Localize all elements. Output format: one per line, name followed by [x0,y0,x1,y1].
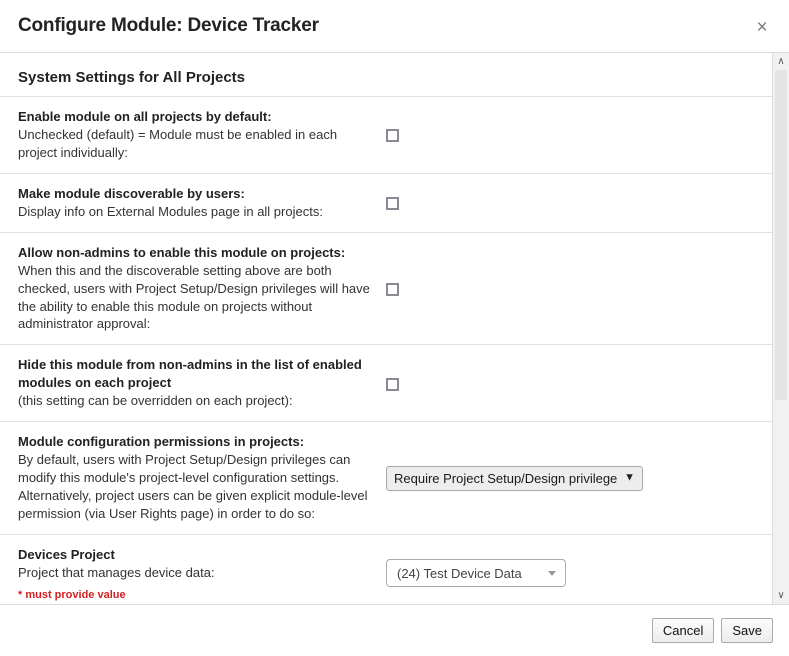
setting-label-cell: Enable module on all projects by default… [0,96,386,174]
chevron-down-icon [548,570,556,576]
setting-row: Make module discoverable by users: Displ… [0,172,772,233]
vertical-scrollbar[interactable]: ∧ ∨ [772,53,789,604]
setting-description: When this and the discoverable setting a… [18,262,370,332]
required-value-note: * must provide value [18,588,126,601]
devices-project-selected-value: (24) Test Device Data [397,565,522,581]
setting-title: Module configuration permissions in proj… [18,434,305,450]
setting-title: Hide this module from non-admins in the … [18,357,362,391]
setting-control-cell [386,344,772,422]
setting-title: Allow non-admins to enable this module o… [18,244,346,260]
setting-label-cell: Allow non-admins to enable this module o… [0,231,386,345]
setting-control-cell: Require Project Setup/Design privilege ▼ [386,421,772,535]
setting-description: Project that manages device data: [18,564,215,580]
checkbox-allow-non-admins-enable[interactable] [386,283,399,297]
checkbox-enable-module-all-projects[interactable] [386,129,399,143]
dialog-footer: Cancel Save [0,605,789,656]
scrollbar-thumb[interactable] [775,70,787,400]
close-icon[interactable]: × [749,14,775,40]
setting-row: Enable module on all projects by default… [0,96,772,174]
setting-description: Display info on External Modules page in… [18,203,323,219]
section-header-row: System Settings for All Projects [0,53,772,97]
checkbox-hide-module-non-admins[interactable] [386,377,399,391]
setting-description: Unchecked (default) = Module must be ena… [18,126,338,160]
setting-label-cell: Hide this module from non-admins in the … [0,344,386,422]
module-config-permissions-select[interactable]: Require Project Setup/Design privilege [386,465,643,491]
setting-label-cell: Devices Project Project that manages dev… [0,533,386,604]
setting-control-cell [386,231,772,345]
settings-table: System Settings for All Projects Enable … [0,53,772,604]
checkbox-module-discoverable[interactable] [386,197,399,211]
setting-description: By default, users with Project Setup/Des… [18,452,368,521]
save-button[interactable]: Save [721,618,773,643]
dialog-body: System Settings for All Projects Enable … [0,53,772,604]
setting-row: Module configuration permissions in proj… [0,421,772,535]
scroll-up-arrow-icon[interactable]: ∧ [772,53,789,70]
setting-row: Allow non-admins to enable this module o… [0,231,772,345]
setting-title: Make module discoverable by users: [18,185,245,201]
scrollbar-track[interactable] [773,70,789,587]
module-config-permissions-select-wrap: Require Project Setup/Design privilege ▼ [386,465,643,491]
setting-control-cell [386,96,772,174]
dialog-header: Configure Module: Device Tracker × [0,0,789,53]
setting-title: Enable module on all projects by default… [18,109,272,124]
scroll-down-arrow-icon[interactable]: ∨ [772,587,789,604]
dialog-title: Configure Module: Device Tracker [18,14,319,36]
devices-project-select[interactable]: (24) Test Device Data [386,559,566,588]
setting-title: Devices Project [18,546,115,562]
setting-description: (this setting can be overridden on each … [18,393,293,409]
setting-control-cell: (24) Test Device Data [386,533,772,604]
setting-row: Hide this module from non-admins in the … [0,344,772,422]
setting-label-cell: Module configuration permissions in proj… [0,421,386,535]
setting-label-cell: Make module discoverable by users: Displ… [0,172,386,233]
dialog-body-wrapper: System Settings for All Projects Enable … [0,53,789,605]
section-header: System Settings for All Projects [18,69,246,86]
configure-module-dialog: Configure Module: Device Tracker × Syste… [0,0,789,656]
setting-control-cell [386,172,772,233]
cancel-button[interactable]: Cancel [651,618,715,643]
setting-row: Devices Project Project that manages dev… [0,533,772,604]
